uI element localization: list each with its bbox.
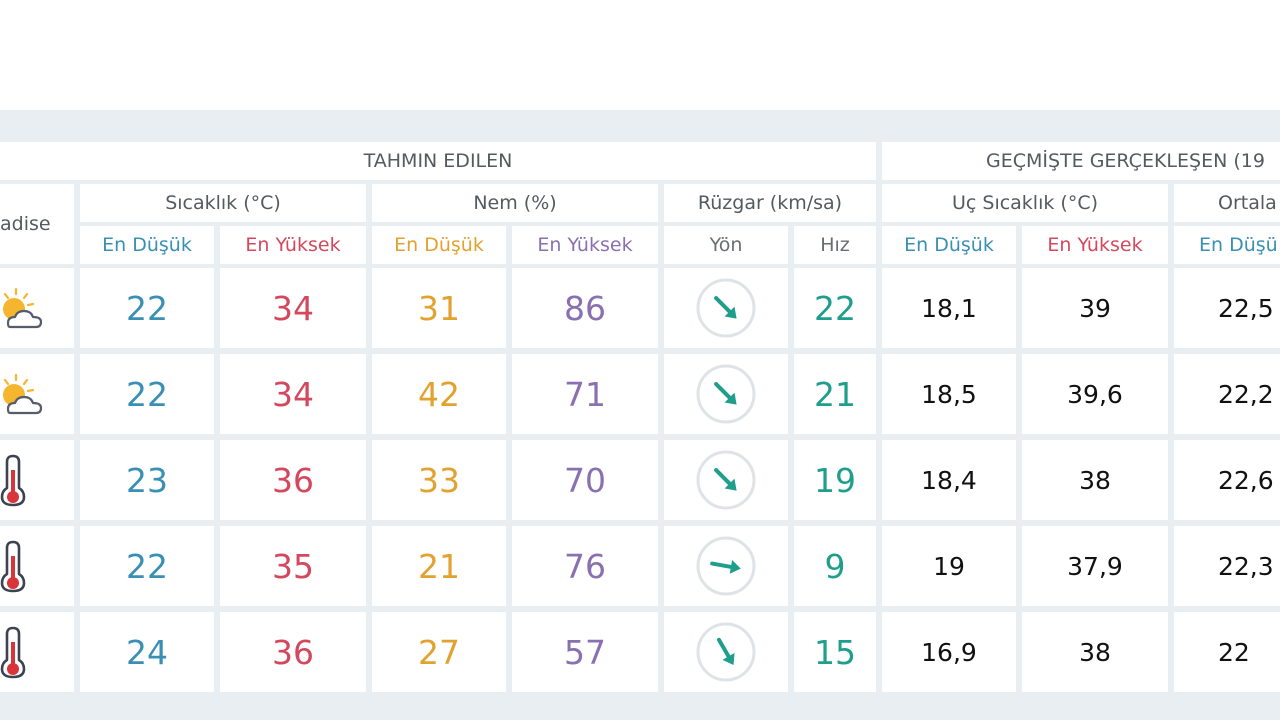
wind-speed-value: 15: [794, 612, 876, 692]
hist-max-value: 39,6: [1022, 354, 1168, 434]
event-cell: [0, 354, 74, 434]
weather-page: TAHMIN EDILEN GEÇMİŞTE GERÇEKLEŞEN (19 a…: [0, 0, 1280, 720]
hist-max-label: En Yüksek: [1022, 226, 1168, 264]
wind-direction-cell: [664, 612, 788, 692]
humidity-min-label: En Düşük: [372, 226, 506, 264]
hist-min-value: 18,1: [882, 268, 1016, 348]
average-header: Ortala: [1174, 184, 1280, 222]
avg-min-value: 22,2: [1174, 354, 1280, 434]
wind-direction-arrow-icon: [696, 622, 756, 682]
temp-min-value: 24: [80, 612, 214, 692]
humidity-header: Nem (%): [372, 184, 658, 222]
hist-max-value: 39: [1022, 268, 1168, 348]
extreme-temp-header: Uç Sıcaklık (°C): [882, 184, 1168, 222]
wind-direction-arrow-icon: [696, 278, 756, 338]
humidity-min-value: 31: [372, 268, 506, 348]
thermometer-icon: [0, 540, 26, 593]
hist-max-value: 38: [1022, 440, 1168, 520]
hist-min-value: 16,9: [882, 612, 1016, 692]
temp-min-value: 22: [80, 526, 214, 606]
wind-speed-value: 9: [794, 526, 876, 606]
humidity-min-value: 42: [372, 354, 506, 434]
temp-max-value: 36: [220, 612, 366, 692]
hist-min-label: En Düşük: [882, 226, 1016, 264]
temp-max-label: En Yüksek: [220, 226, 366, 264]
temperature-header: Sıcaklık (°C): [80, 184, 366, 222]
wind-direction-cell: [664, 526, 788, 606]
event-header: adise: [0, 184, 74, 264]
avg-min-value: 22,6: [1174, 440, 1280, 520]
event-cell: [0, 526, 74, 606]
temp-max-value: 36: [220, 440, 366, 520]
hist-max-value: 37,9: [1022, 526, 1168, 606]
wind-direction-arrow-icon: [696, 364, 756, 424]
partly-cloudy-icon: [3, 373, 43, 415]
wind-direction-cell: [664, 268, 788, 348]
wind-speed-label: Hız: [794, 226, 876, 264]
thermometer-icon: [0, 454, 26, 507]
temp-min-value: 23: [80, 440, 214, 520]
event-cell: [0, 612, 74, 692]
temp-min-value: 22: [80, 268, 214, 348]
humidity-min-value: 33: [372, 440, 506, 520]
wind-speed-value: 19: [794, 440, 876, 520]
wind-direction-arrow-icon: [696, 536, 756, 596]
wind-direction-arrow-icon: [696, 450, 756, 510]
wind-speed-value: 22: [794, 268, 876, 348]
temp-max-value: 35: [220, 526, 366, 606]
hist-max-value: 38: [1022, 612, 1168, 692]
hist-min-value: 19: [882, 526, 1016, 606]
avg-min-value: 22,3: [1174, 526, 1280, 606]
wind-direction-label: Yön: [664, 226, 788, 264]
humidity-max-value: 57: [512, 612, 658, 692]
hist-min-value: 18,5: [882, 354, 1016, 434]
humidity-max-label: En Yüksek: [512, 226, 658, 264]
temp-max-value: 34: [220, 354, 366, 434]
avg-min-value: 22: [1174, 612, 1280, 692]
avg-min-value: 22,5: [1174, 268, 1280, 348]
humidity-min-value: 27: [372, 612, 506, 692]
partly-cloudy-icon: [3, 287, 43, 329]
avg-min-label: En Düşü: [1174, 226, 1280, 264]
humidity-max-value: 86: [512, 268, 658, 348]
temp-min-value: 22: [80, 354, 214, 434]
humidity-max-value: 76: [512, 526, 658, 606]
event-cell: [0, 268, 74, 348]
humidity-max-value: 70: [512, 440, 658, 520]
wind-direction-cell: [664, 354, 788, 434]
forecast-table: TAHMIN EDILEN GEÇMİŞTE GERÇEKLEŞEN (19 a…: [0, 110, 1280, 720]
temp-min-label: En Düşük: [80, 226, 214, 264]
hist-min-value: 18,4: [882, 440, 1016, 520]
humidity-max-value: 71: [512, 354, 658, 434]
history-group-header: GEÇMİŞTE GERÇEKLEŞEN (19: [882, 142, 1280, 180]
event-cell: [0, 440, 74, 520]
forecast-group-header: TAHMIN EDILEN: [0, 142, 876, 180]
wind-speed-value: 21: [794, 354, 876, 434]
wind-direction-cell: [664, 440, 788, 520]
humidity-min-value: 21: [372, 526, 506, 606]
thermometer-icon: [0, 626, 26, 679]
wind-header: Rüzgar (km/sa): [664, 184, 876, 222]
temp-max-value: 34: [220, 268, 366, 348]
